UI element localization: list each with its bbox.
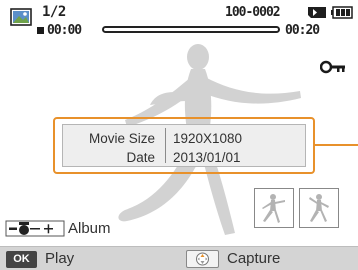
zoom-icon xyxy=(5,220,65,237)
memory-card-icon xyxy=(308,7,326,18)
battery-icon xyxy=(331,6,353,19)
movie-size-label: Movie Size xyxy=(88,131,155,146)
time-total: 00:20 xyxy=(285,23,320,38)
playback-screen: 1/2 100-0002 00:00 00:20 Movie Size 1920… xyxy=(0,0,358,270)
date-value: 2013/01/01 xyxy=(173,150,241,165)
thumbnail-2[interactable] xyxy=(299,188,339,228)
capture-label: Capture xyxy=(227,250,281,267)
dancer-thumbnail-icon xyxy=(262,194,285,223)
movie-size-value: 1920X1080 xyxy=(173,131,243,146)
time-elapsed: 00:00 xyxy=(47,23,82,38)
bottom-bar: OK Play Capture xyxy=(0,246,358,270)
ok-button[interactable]: OK xyxy=(6,251,37,268)
file-info-panel: Movie Size 1920X1080 Date 2013/01/01 xyxy=(53,117,315,174)
file-number: 100-0002 xyxy=(225,5,281,20)
dancer-thumbnail-icon xyxy=(309,194,329,222)
nav-key-icon xyxy=(196,252,209,266)
protect-key-icon xyxy=(320,60,345,74)
date-label: Date xyxy=(126,150,155,165)
file-info-table: Movie Size 1920X1080 Date 2013/01/01 xyxy=(62,124,306,167)
album-label: Album xyxy=(68,220,111,237)
callout-leader-line xyxy=(315,144,358,146)
thumbnail-1[interactable] xyxy=(254,188,294,228)
thumbnail-icon xyxy=(10,8,32,26)
play-label: Play xyxy=(45,250,75,267)
info-divider xyxy=(165,128,166,163)
stop-icon xyxy=(37,27,44,34)
progress-bar[interactable] xyxy=(102,26,280,33)
nav-key-button[interactable] xyxy=(186,250,219,268)
file-counter: 1/2 xyxy=(42,4,66,20)
